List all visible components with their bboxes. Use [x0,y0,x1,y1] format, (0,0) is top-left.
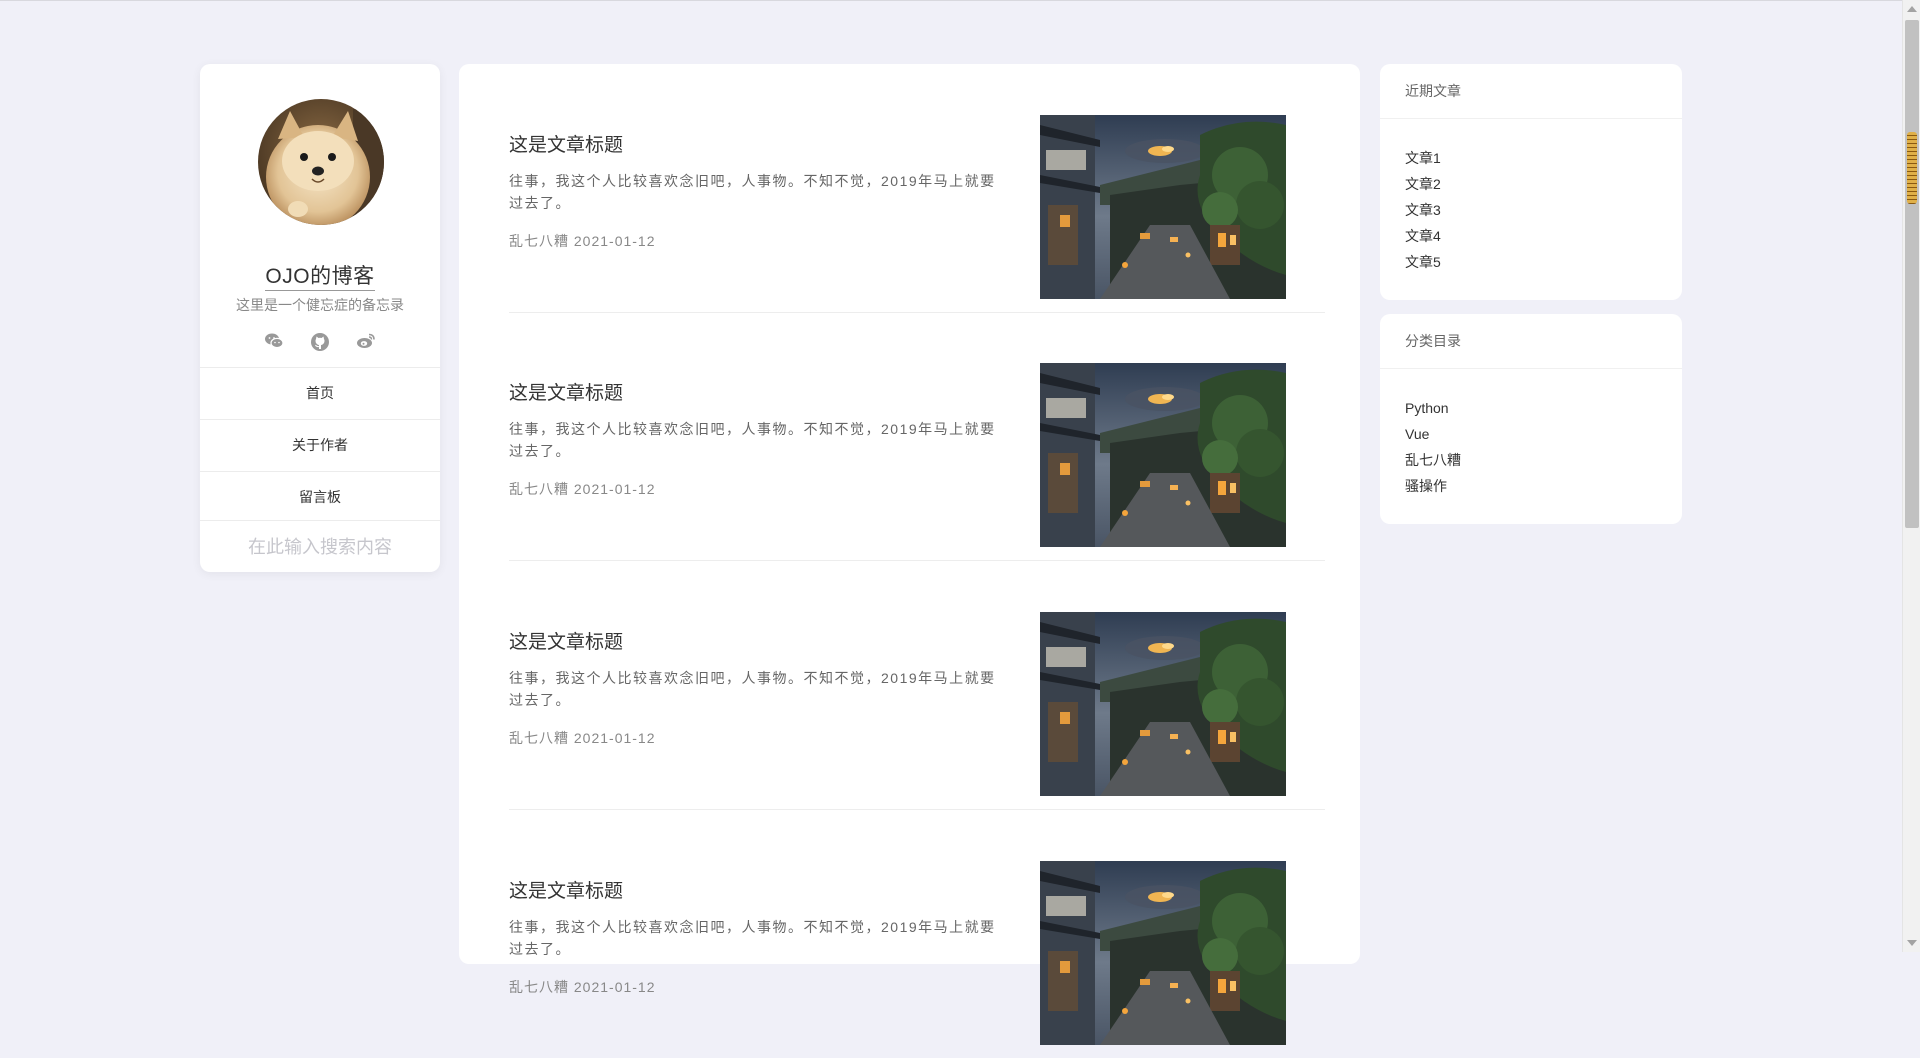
article-thumbnail[interactable] [1040,363,1286,547]
article-excerpt: 往事，我这个人比较喜欢念旧吧，人事物。不知不觉，2019年马上就要过去了。 [509,670,996,708]
article-thumbnail[interactable] [1040,612,1286,796]
article-thumbnail[interactable] [1040,115,1286,299]
top-border [0,0,1902,1]
profile-card: OJO的博客 这里是一个健忘症的备忘录 首页 关于作者 留言板 在此输入搜索内容 [200,64,440,572]
weibo-icon[interactable] [355,332,377,352]
article-date: 2021-01-12 [573,233,656,249]
recent-posts-widget: 近期文章 文章1 文章2 文章3 文章4 文章5 [1380,64,1682,300]
recent-post-link[interactable]: 文章1 [1405,145,1657,171]
nav-item-about[interactable]: 关于作者 [200,419,440,471]
social-links [200,332,440,352]
search-input[interactable] [218,535,422,559]
article-meta: 乱七八糟 2021-01-12 [509,728,656,748]
categories-widget: 分类目录 Python Vue 乱七八糟 骚操作 [1380,314,1682,524]
article-title[interactable]: 这是文章标题 [509,876,623,903]
categories-list: Python Vue 乱七八糟 骚操作 [1380,369,1682,499]
scroll-down-arrow-icon[interactable] [1907,940,1917,946]
article-category[interactable]: 乱七八糟 [509,233,569,249]
article-date: 2021-01-12 [573,730,656,746]
recent-post-link[interactable]: 文章3 [1405,197,1657,223]
article-excerpt: 往事，我这个人比较喜欢念旧吧，人事物。不知不觉，2019年马上就要过去了。 [509,919,996,957]
github-icon[interactable] [309,332,331,352]
article-item[interactable]: 这是文章标题 往事，我这个人比较喜欢念旧吧，人事物。不知不觉，2019年马上就要… [509,810,1325,1058]
article-item[interactable]: 这是文章标题 往事，我这个人比较喜欢念旧吧，人事物。不知不觉，2019年马上就要… [509,312,1325,561]
scroll-up-arrow-icon[interactable] [1907,6,1917,12]
article-category[interactable]: 乱七八糟 [509,730,569,746]
article-title[interactable]: 这是文章标题 [509,627,623,654]
article-date: 2021-01-12 [573,979,656,995]
recent-post-link[interactable]: 文章4 [1405,223,1657,249]
recent-posts-list: 文章1 文章2 文章3 文章4 文章5 [1380,119,1682,275]
article-meta: 乱七八糟 2021-01-12 [509,977,656,997]
wechat-icon[interactable] [263,332,285,352]
article-meta: 乱七八糟 2021-01-12 [509,231,656,251]
nav-item-home[interactable]: 首页 [200,367,440,419]
article-item[interactable]: 这是文章标题 往事，我这个人比较喜欢念旧吧，人事物。不知不觉，2019年马上就要… [509,561,1325,810]
search-box [200,520,440,572]
category-link[interactable]: 骚操作 [1405,473,1657,499]
article-thumbnail[interactable] [1040,861,1286,1045]
article-date: 2021-01-12 [573,481,656,497]
article-meta: 乱七八糟 2021-01-12 [509,479,656,499]
category-link[interactable]: 乱七八糟 [1405,447,1657,473]
article-category[interactable]: 乱七八糟 [509,979,569,995]
scrollbar-grip [1907,132,1917,204]
article-title[interactable]: 这是文章标题 [509,130,623,157]
article-category[interactable]: 乱七八糟 [509,481,569,497]
article-excerpt: 往事，我这个人比较喜欢念旧吧，人事物。不知不觉，2019年马上就要过去了。 [509,421,996,459]
article-list: 这是文章标题 往事，我这个人比较喜欢念旧吧，人事物。不知不觉，2019年马上就要… [459,64,1360,1045]
category-link[interactable]: Python [1405,395,1657,421]
scrollbar-thumb[interactable] [1905,20,1919,528]
nav-item-guestbook[interactable]: 留言板 [200,471,440,523]
article-title[interactable]: 这是文章标题 [509,378,623,405]
widget-title: 分类目录 [1380,314,1682,369]
site-title[interactable]: OJO的博客 [265,265,375,291]
widget-title: 近期文章 [1380,64,1682,119]
recent-post-link[interactable]: 文章2 [1405,171,1657,197]
recent-post-link[interactable]: 文章5 [1405,249,1657,275]
article-excerpt: 往事，我这个人比较喜欢念旧吧，人事物。不知不觉，2019年马上就要过去了。 [509,173,996,211]
category-link[interactable]: Vue [1405,421,1657,447]
page-scrollbar[interactable] [1902,0,1920,952]
article-item[interactable]: 这是文章标题 往事，我这个人比较喜欢念旧吧，人事物。不知不觉，2019年马上就要… [509,64,1325,313]
main-nav: 首页 关于作者 留言板 [200,367,440,523]
avatar [258,99,384,225]
site-subtitle: 这里是一个健忘症的备忘录 [236,297,404,313]
